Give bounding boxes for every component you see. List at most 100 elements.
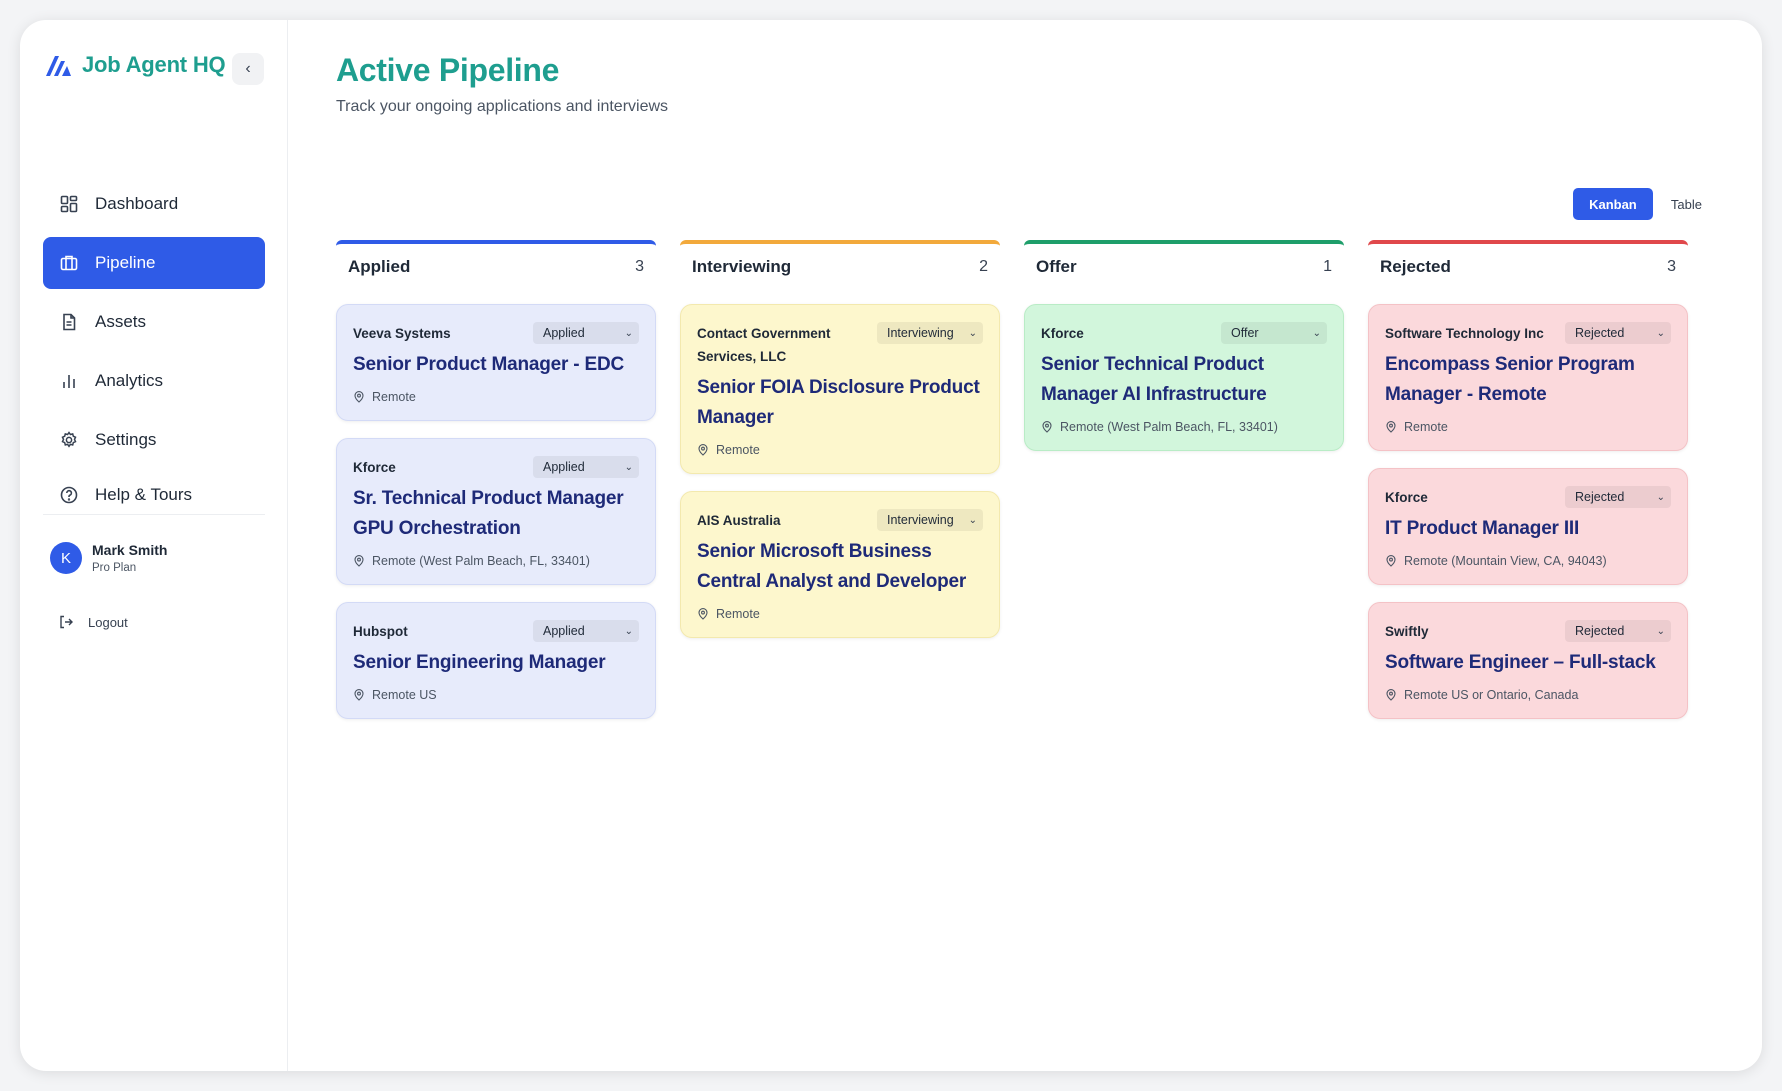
status-select[interactable]: Applied ⌄	[533, 322, 639, 344]
logout-label: Logout	[88, 614, 128, 630]
location-pin-icon	[698, 444, 708, 456]
status-value: Rejected	[1575, 326, 1625, 340]
column-count: 1	[1323, 258, 1332, 275]
location-pin-icon	[354, 391, 364, 403]
job-title: IT Product Manager III	[1385, 518, 1580, 539]
status-value: Applied	[543, 460, 585, 474]
column-title: Applied	[348, 257, 411, 276]
card-list: Kforce Offer ⌄ Senior Technical Product Man…	[1024, 304, 1344, 451]
brand-name: Job Agent HQ	[82, 52, 226, 77]
user-name: Mark Smith	[92, 542, 168, 558]
job-location: Remote	[697, 443, 983, 457]
job-card[interactable]: Kforce Applied ⌄ Sr. Technical Product Mana…	[336, 438, 656, 585]
sidebar-item-assets[interactable]: Assets	[43, 296, 265, 348]
sidebar: Job Agent HQ ‹ Dashboard Pipeline Assets…	[20, 20, 288, 1071]
job-card[interactable]: Contact Government Services, LLC Intervie…	[680, 304, 1000, 474]
page-subtitle: Track your ongoing applications and inte…	[336, 98, 669, 115]
job-location: Remote	[697, 607, 983, 621]
chevron-down-icon: ⌄	[968, 514, 977, 526]
status-value: Applied	[543, 624, 585, 638]
dashboard-grid-icon	[60, 195, 78, 213]
company-name: Hubspot	[353, 624, 408, 639]
chevron-down-icon: ⌄	[1656, 625, 1665, 637]
card-list: Veeva Systems Applied ⌄ Senior Product Mana…	[336, 304, 656, 719]
sidebar-item-dashboard[interactable]: Dashboard	[43, 178, 265, 230]
card-list: Contact Government Services, LLC Intervie…	[680, 304, 1000, 638]
user-plan: Pro Plan	[92, 562, 137, 574]
job-location: Remote (Mountain View, CA, 94043)	[1385, 554, 1671, 568]
status-select[interactable]: Offer ⌄	[1221, 322, 1327, 344]
job-card[interactable]: Hubspot Applied ⌄ Senior Engineering Manage…	[336, 602, 656, 719]
status-select[interactable]: Interviewing ⌄	[877, 509, 983, 531]
job-card[interactable]: AIS Australia Interviewing ⌄ Senior Microso…	[680, 491, 1000, 638]
avatar: K	[50, 542, 82, 574]
status-select[interactable]: Rejected ⌄	[1565, 322, 1671, 344]
job-title: Senior FOIA Disclosure Product Manager	[697, 377, 980, 428]
company-name: AIS Australia	[697, 513, 781, 528]
logout-button[interactable]: Logout	[58, 614, 128, 630]
briefcase-icon	[60, 255, 78, 271]
status-select[interactable]: Applied ⌄	[533, 620, 639, 642]
location-text: Remote (West Palm Beach, FL, 33401)	[372, 554, 590, 568]
location-pin-icon	[698, 608, 708, 620]
job-location: Remote	[1385, 420, 1671, 434]
column-header: Applied 3	[336, 240, 656, 290]
sidebar-item-settings[interactable]: Settings	[43, 414, 265, 466]
column-title: Rejected	[1380, 257, 1451, 276]
status-value: Applied	[543, 326, 585, 340]
card-list: Software Technology Inc Rejected ⌄ Encompas…	[1368, 304, 1688, 719]
status-select[interactable]: Interviewing ⌄	[877, 322, 983, 344]
status-value: Rejected	[1575, 624, 1625, 638]
job-card[interactable]: Swiftly Rejected ⌄ Software Engineer – Full…	[1368, 602, 1688, 719]
column-rejected: Rejected 3 Software Technology Inc Rejected…	[1368, 240, 1688, 736]
view-toggle: Kanban Table	[1572, 188, 1706, 220]
location-text: Remote	[716, 607, 760, 621]
job-title: Senior Microsoft Business Central Analys…	[697, 541, 967, 592]
column-count: 3	[635, 258, 644, 275]
chevron-down-icon: ⌄	[624, 461, 633, 473]
collapse-sidebar-button[interactable]: ‹	[232, 53, 264, 85]
status-value: Offer	[1231, 326, 1259, 340]
job-card[interactable]: Kforce Rejected ⌄ IT Product Manager III Rem…	[1368, 468, 1688, 585]
sidebar-item-analytics[interactable]: Analytics	[43, 355, 265, 407]
location-pin-icon	[354, 555, 364, 567]
location-pin-icon	[1042, 421, 1052, 433]
location-pin-icon	[1386, 555, 1396, 567]
sidebar-item-label: Analytics	[95, 371, 164, 390]
help-circle-icon	[60, 486, 78, 504]
job-location: Remote US or Ontario, Canada	[1385, 688, 1671, 702]
location-pin-icon	[1386, 421, 1396, 433]
sidebar-item-pipeline[interactable]: Pipeline	[43, 237, 265, 289]
job-card[interactable]: Kforce Offer ⌄ Senior Technical Product Man…	[1024, 304, 1344, 451]
sidebar-item-label: Settings	[95, 430, 157, 449]
location-text: Remote (Mountain View, CA, 94043)	[1404, 554, 1607, 568]
column-count: 2	[979, 258, 988, 275]
table-view-button[interactable]: Table	[1667, 197, 1706, 212]
column-count: 3	[1667, 258, 1676, 275]
location-text: Remote	[372, 390, 416, 404]
page-title: Active Pipeline	[336, 52, 560, 88]
job-title: Software Engineer – Full-stack	[1385, 652, 1656, 673]
location-text: Remote (West Palm Beach, FL, 33401)	[1060, 420, 1278, 434]
column-applied: Applied 3 Veeva Systems Applied ⌄ Senior Prod…	[336, 240, 656, 736]
job-card[interactable]: Software Technology Inc Rejected ⌄ Encompas…	[1368, 304, 1688, 451]
status-select[interactable]: Rejected ⌄	[1565, 486, 1671, 508]
company-name: Kforce	[1385, 490, 1428, 505]
location-text: Remote	[716, 443, 760, 457]
status-select[interactable]: Applied ⌄	[533, 456, 639, 478]
sidebar-item-label: Assets	[95, 312, 147, 331]
company-name: Kforce	[353, 460, 396, 475]
chevron-down-icon: ⌄	[624, 625, 633, 637]
company-name: Veeva Systems	[353, 326, 451, 341]
brand[interactable]: Job Agent HQ	[44, 52, 226, 78]
chevron-down-icon: ⌄	[968, 327, 977, 339]
job-location: Remote (West Palm Beach, FL, 33401)	[1041, 420, 1327, 434]
job-location: Remote	[353, 390, 639, 404]
gear-icon	[61, 431, 77, 448]
status-select[interactable]: Rejected ⌄	[1565, 620, 1671, 642]
kanban-view-button[interactable]: Kanban	[1572, 188, 1653, 220]
user-profile[interactable]: K Mark Smith Pro Plan	[50, 542, 167, 574]
chevron-down-icon: ⌄	[1656, 491, 1665, 503]
company-name: Software Technology Inc	[1385, 326, 1544, 341]
job-card[interactable]: Veeva Systems Applied ⌄ Senior Product Mana…	[336, 304, 656, 421]
